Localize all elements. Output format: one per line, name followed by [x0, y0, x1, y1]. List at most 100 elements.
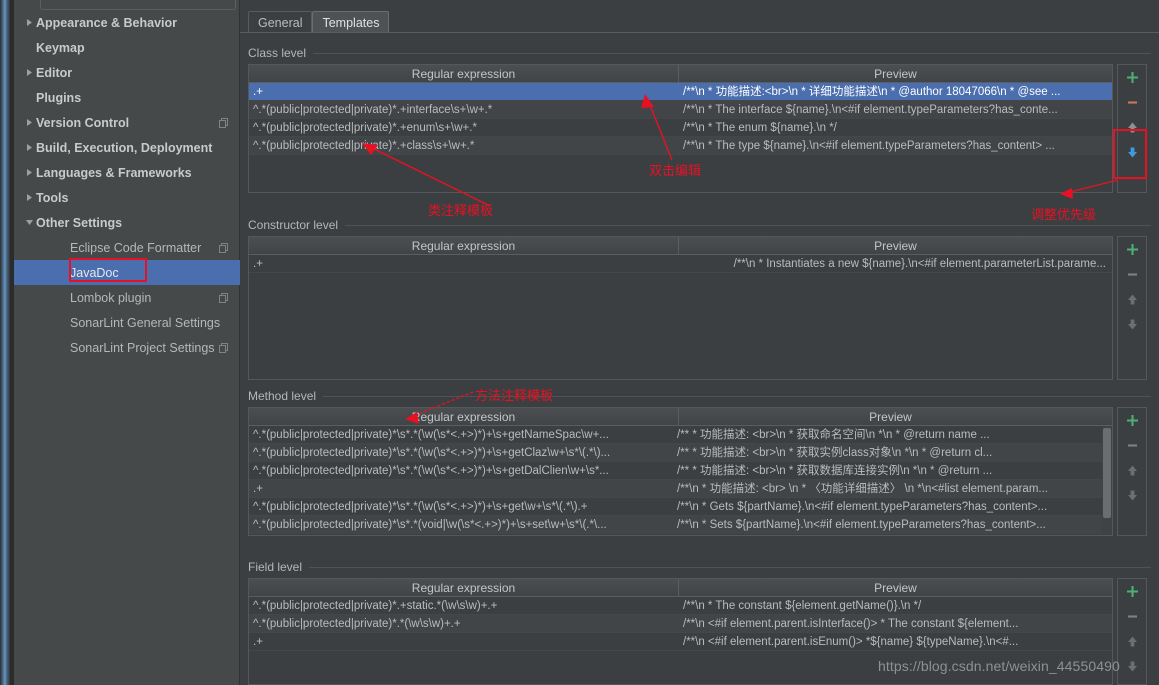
add-class-template-button[interactable] [1118, 65, 1146, 90]
table-row[interactable]: ^.*(public|protected|private)*\s*.*(void… [249, 516, 1112, 534]
remove-class-template-button[interactable] [1118, 90, 1146, 115]
method-level-table[interactable]: Regular expression Preview ^.*(public|pr… [248, 407, 1113, 536]
move-down-method-template-button[interactable] [1118, 483, 1146, 508]
constructor-level-table[interactable]: Regular expression Preview .+ /**\n * Ins… [248, 236, 1113, 380]
table-row[interactable]: ^.*(public|protected|private)*.+enum\s+\… [249, 119, 1112, 137]
remove-constructor-template-button[interactable] [1118, 262, 1146, 287]
sidebar-item-build-execution-deployment[interactable]: Build, Execution, Deployment [14, 135, 240, 160]
column-header-regex[interactable]: Regular expression [249, 65, 679, 82]
sidebar-item-editor[interactable]: Editor [14, 60, 240, 85]
method-table-scrollbar-thumb[interactable] [1103, 428, 1111, 518]
sidebar-item-label: SonarLint Project Settings [70, 340, 215, 355]
column-header-preview[interactable]: Preview [679, 408, 1102, 425]
add-field-template-button[interactable] [1118, 579, 1146, 604]
move-down-constructor-template-button[interactable] [1118, 312, 1146, 337]
sidebar-item-version-control[interactable]: Version Control [14, 110, 240, 135]
sidebar-item-other-settings[interactable]: Other Settings [14, 210, 240, 235]
class-level-table[interactable]: Regular expression Preview .+ /**\n * 功能描… [248, 64, 1113, 193]
sidebar-item-keymap[interactable]: Keymap [14, 35, 240, 60]
copy-settings-icon[interactable] [219, 242, 229, 253]
move-down-field-template-button[interactable] [1118, 654, 1146, 679]
sidebar-item-languages-frameworks[interactable]: Languages & Frameworks [14, 160, 240, 185]
column-header-regex[interactable]: Regular expression [249, 408, 679, 425]
cell-preview: /**\n <#if element.parent.isEnum()> *${n… [683, 635, 1019, 648]
settings-content-pane: General Templates Class level Regular ex… [240, 0, 1159, 685]
move-down-class-template-button[interactable] [1118, 140, 1146, 165]
tab-bar: General Templates [248, 9, 390, 33]
class-level-toolbar [1117, 64, 1147, 193]
column-header-regex[interactable]: Regular expression [249, 579, 679, 596]
remove-field-template-button[interactable] [1118, 604, 1146, 629]
table-row[interactable]: .+ /**\n * 功能描述: <br> \n * 〈功能详细描述〉 \n *\… [249, 480, 1112, 498]
sidebar-item-label: Appearance & Behavior [36, 15, 178, 30]
table-row[interactable]: ^.*(public|protected|private)*\s*.*(\w(\… [249, 426, 1112, 444]
section-header-class-level: Class level [248, 46, 1151, 60]
table-row[interactable]: ^.*(public|protected|private)*.+class\s+… [249, 137, 1112, 155]
sidebar-item-label: Languages & Frameworks [36, 165, 192, 180]
section-rule [345, 224, 1151, 226]
sidebar-item-label: Other Settings [36, 215, 123, 230]
move-up-field-template-button[interactable] [1118, 629, 1146, 654]
sidebar-item-plugins[interactable]: Plugins [14, 85, 240, 110]
column-header-preview[interactable]: Preview [679, 65, 1112, 82]
chevron-right-icon[interactable] [22, 110, 36, 135]
sidebar-item-javadoc[interactable]: JavaDoc [14, 260, 240, 285]
table-header-row: Regular expression Preview [249, 579, 1112, 597]
table-row[interactable]: .+ /**\n * Instantiates a new ${name}.\n<… [249, 255, 1112, 273]
table-header-row: Regular expression Preview [249, 408, 1112, 426]
cell-regular-expression: .+ [253, 635, 263, 648]
sidebar-item-appearance-behavior[interactable]: Appearance & Behavior [14, 10, 240, 35]
column-header-regex[interactable]: Regular expression [249, 237, 679, 254]
chevron-right-icon[interactable] [22, 135, 36, 160]
method-level-toolbar [1117, 407, 1147, 536]
table-row[interactable]: ^.*(public|protected|private)*.+static.*… [249, 597, 1112, 615]
cell-regular-expression: .+ [253, 482, 263, 495]
cell-preview: /**\n * The enum ${name}.\n */ [683, 121, 837, 134]
remove-method-template-button[interactable] [1118, 433, 1146, 458]
tab-templates[interactable]: Templates [312, 11, 390, 33]
section-rule [323, 395, 1151, 397]
table-row[interactable]: .+ /**\n * 功能描述:<br>\n * 详细功能描述\n * @auth… [249, 83, 1112, 101]
copy-settings-icon[interactable] [219, 117, 229, 128]
table-row[interactable]: .+ /**\n <#if element.parent.isEnum()> *$… [249, 633, 1112, 651]
copy-settings-icon[interactable] [219, 342, 229, 353]
cell-preview: /** * 功能描述: <br>\n * 获取实例class对象\n *\n *… [677, 446, 993, 459]
move-up-class-template-button[interactable] [1118, 115, 1146, 140]
table-row[interactable]: ^.*(public|protected|private)*\s*.*(\w(\… [249, 444, 1112, 462]
column-header-preview[interactable]: Preview [679, 579, 1112, 596]
move-up-method-template-button[interactable] [1118, 458, 1146, 483]
add-method-template-button[interactable] [1118, 408, 1146, 433]
section-title: Constructor level [248, 218, 339, 232]
move-up-constructor-template-button[interactable] [1118, 287, 1146, 312]
sidebar-item-sonarlint-general-settings[interactable]: SonarLint General Settings [14, 310, 240, 335]
sidebar-item-label: Version Control [36, 115, 130, 130]
sidebar-item-lombok-plugin[interactable]: Lombok plugin [14, 285, 240, 310]
table-row[interactable]: ^.*(public|protected|private)*\s*.*(\w(\… [249, 462, 1112, 480]
sidebar-item-sonarlint-project-settings[interactable]: SonarLint Project Settings [14, 335, 240, 360]
table-row[interactable]: ^.*(public|protected|private)*.+interfac… [249, 101, 1112, 119]
chevron-down-icon[interactable] [22, 210, 36, 235]
cell-regular-expression: ^.*(public|protected|private)*.+interfac… [253, 103, 493, 116]
chevron-right-icon[interactable] [22, 185, 36, 210]
settings-search-input[interactable] [40, 0, 236, 10]
method-table-scrollbar[interactable] [1102, 426, 1112, 535]
add-constructor-template-button[interactable] [1118, 237, 1146, 262]
tab-underline [240, 32, 1159, 33]
chevron-right-icon[interactable] [22, 10, 36, 35]
table-row[interactable]: ^.*(public|protected|private)*.*(\w\s\w)… [249, 615, 1112, 633]
chevron-right-icon[interactable] [22, 160, 36, 185]
section-title: Method level [248, 389, 317, 403]
chevron-right-icon[interactable] [22, 60, 36, 85]
field-level-toolbar [1117, 578, 1147, 685]
method-level-rows: ^.*(public|protected|private)*\s*.*(\w(\… [249, 426, 1112, 534]
table-row[interactable]: ^.*(public|protected|private)*\s*.*(\w(\… [249, 498, 1112, 516]
sidebar-item-tools[interactable]: Tools [14, 185, 240, 210]
tab-general[interactable]: General [248, 11, 313, 33]
column-header-preview[interactable]: Preview [679, 237, 1112, 254]
copy-settings-icon[interactable] [219, 292, 229, 303]
sidebar-item-label: SonarLint General Settings [70, 315, 221, 330]
sidebar-item-eclipse-code-formatter[interactable]: Eclipse Code Formatter [14, 235, 240, 260]
